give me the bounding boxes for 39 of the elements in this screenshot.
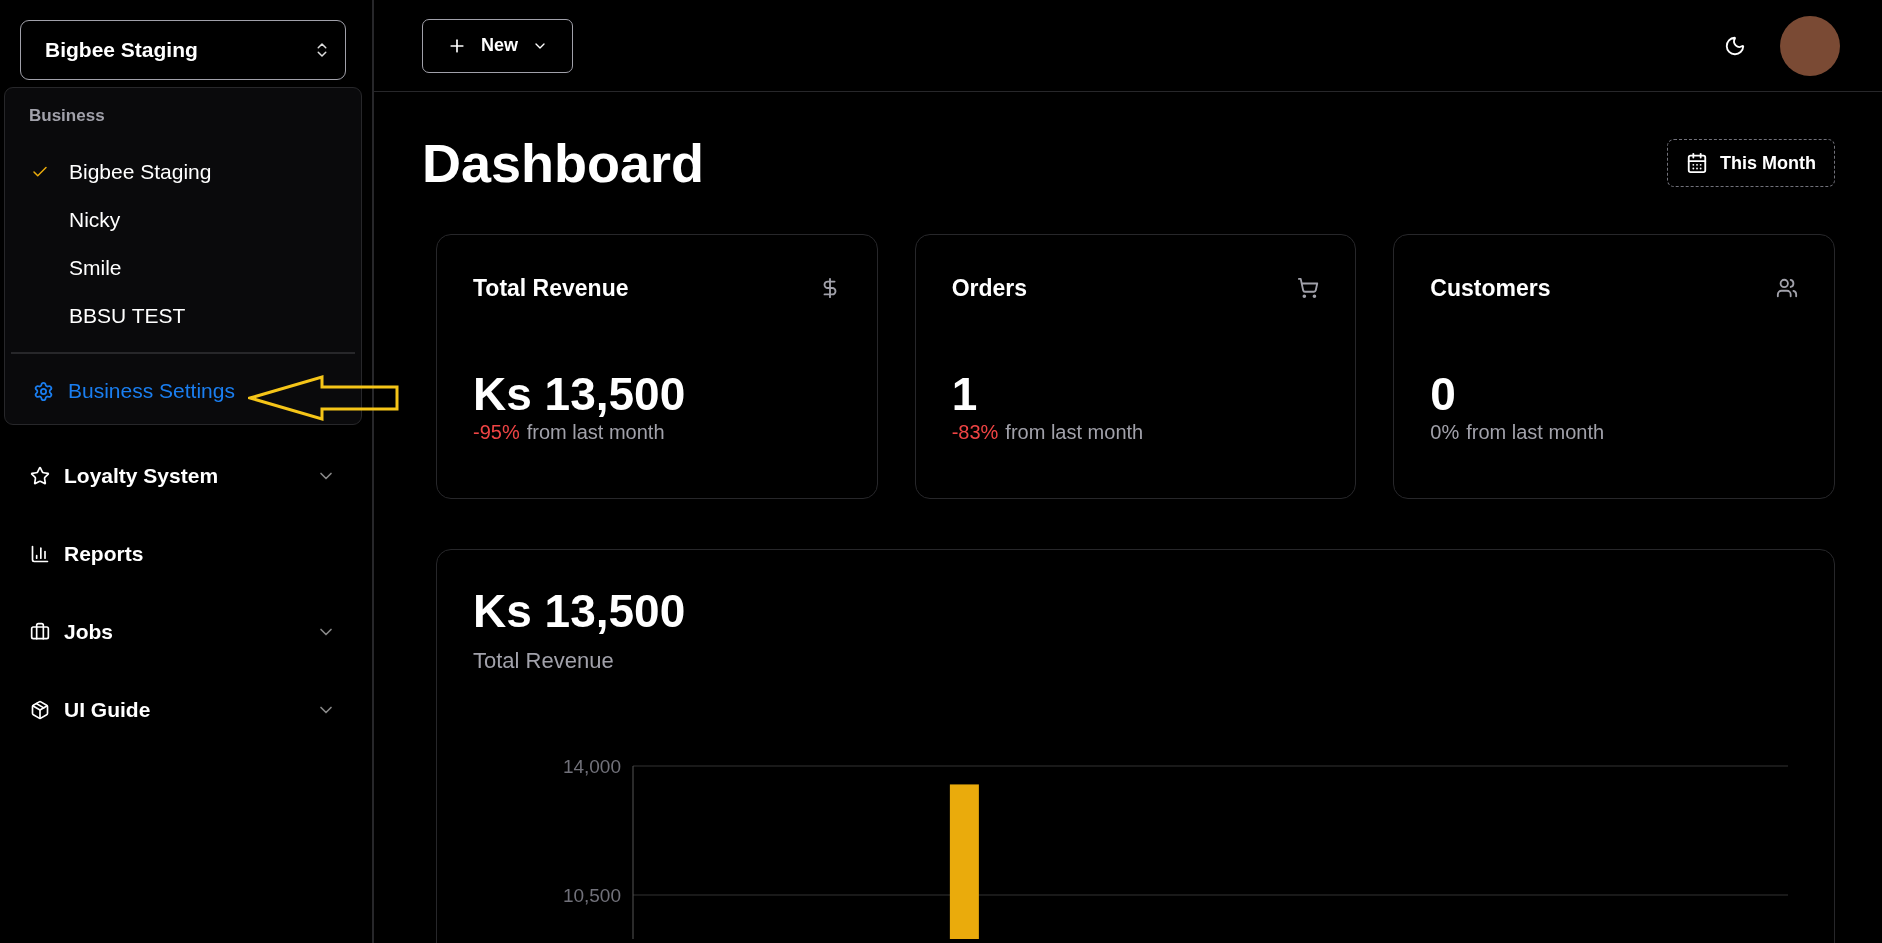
- business-select[interactable]: Bigbee Staging: [20, 20, 346, 80]
- box-icon: [30, 700, 50, 720]
- cart-icon: [1297, 277, 1320, 299]
- settings-icon: [33, 380, 54, 402]
- card-title: Orders: [951, 274, 1028, 302]
- axis-tick-label: 14,000: [562, 756, 621, 777]
- business-option[interactable]: Bigbee Staging: [5, 148, 361, 196]
- sidebar-item[interactable]: UI Guide: [0, 671, 372, 749]
- page-title: Dashboard: [422, 132, 705, 194]
- star-icon: [30, 466, 50, 486]
- bar-chart-icon: [30, 544, 50, 564]
- new-button[interactable]: New: [422, 18, 573, 73]
- business-option[interactable]: BBSU TEST: [5, 292, 361, 340]
- change-percent: -83%: [951, 421, 999, 444]
- menu-heading: Business: [28, 106, 106, 127]
- change-percent: -95%: [473, 421, 520, 444]
- business-option[interactable]: Smile: [5, 244, 361, 292]
- change-note: from last month: [526, 421, 665, 444]
- sidebar-item[interactable]: Reports: [0, 515, 372, 593]
- sidebar-item[interactable]: Jobs: [0, 593, 372, 671]
- card-title: Total Revenue: [473, 274, 629, 302]
- card-value: Ks 13,500: [473, 367, 687, 421]
- axis-tick-label: 10,500: [562, 885, 621, 906]
- sidebar-item[interactable]: Loyalty System: [0, 437, 372, 515]
- calendar-icon: [1686, 152, 1708, 174]
- business-settings-link[interactable]: Business Settings: [5, 368, 361, 414]
- change-note: from last month: [1005, 421, 1144, 444]
- card-title: Customers: [1430, 274, 1551, 302]
- change-percent: 0%: [1430, 421, 1460, 444]
- users-icon: [1776, 277, 1798, 299]
- moon-icon[interactable]: [1724, 34, 1746, 57]
- revenue-label: Total Revenue: [473, 648, 615, 674]
- briefcase-icon: [30, 622, 50, 642]
- change-note: from last month: [1466, 421, 1605, 444]
- card-value: 0: [1430, 367, 1457, 421]
- card-value: 1: [951, 367, 979, 421]
- revenue-value: Ks 13,500: [473, 584, 687, 638]
- business-option[interactable]: Nicky: [5, 196, 361, 244]
- date-range-button[interactable]: This Month: [1667, 139, 1835, 187]
